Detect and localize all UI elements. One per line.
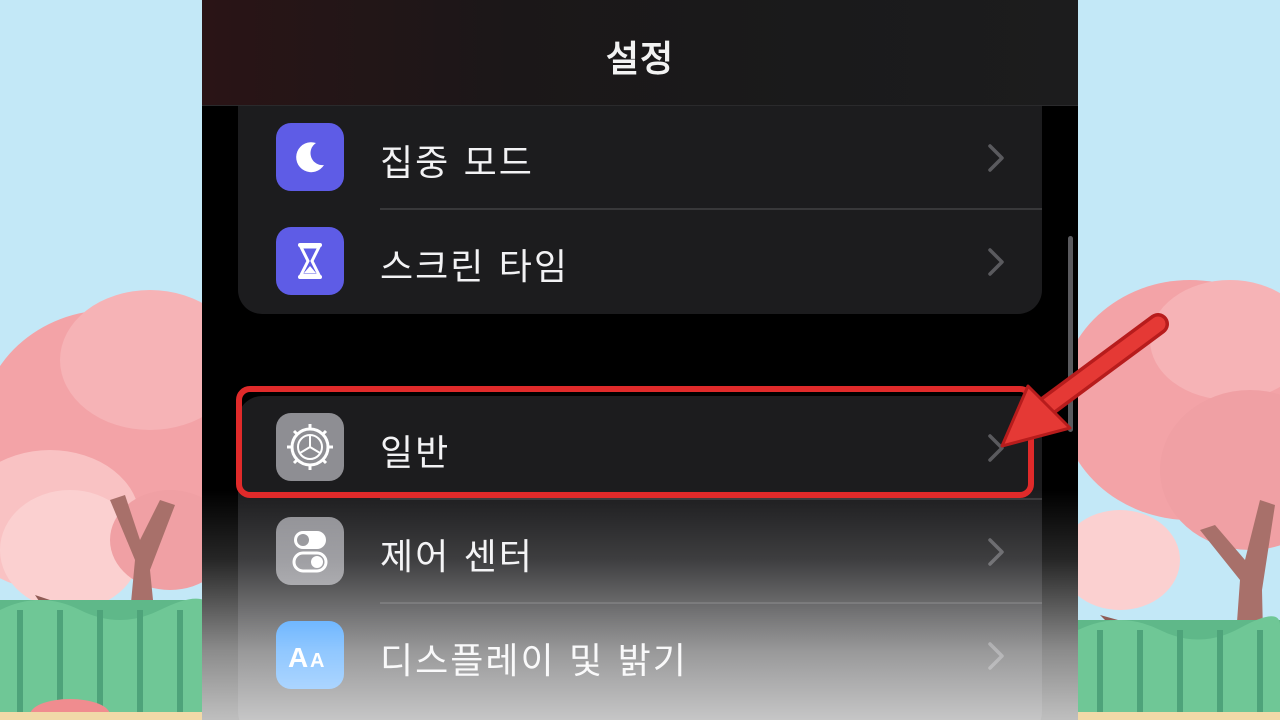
moon-icon: [276, 123, 344, 191]
row-label: 집중 모드: [380, 143, 534, 184]
navigation-bar: 설정: [202, 0, 1078, 106]
row-label: 제어 센터: [380, 537, 534, 578]
row-label: 일반: [380, 433, 451, 474]
page-title: 설정: [605, 39, 675, 80]
chevron-right-icon: [988, 248, 1004, 276]
row-label: 디스플레이 및 밝기: [380, 641, 688, 682]
chevron-right-icon: [988, 538, 1004, 566]
row-focus-mode[interactable]: 집중 모드: [238, 106, 1042, 210]
row-general[interactable]: 일반: [238, 396, 1042, 500]
chevron-right-icon: [988, 144, 1004, 172]
toggles-icon: [276, 517, 344, 585]
svg-text:A: A: [288, 642, 308, 673]
display-aa-icon: A A: [276, 621, 344, 689]
settings-screen: 집중 모드 스크린 타임 일반 제어 센터 A A 디스플레이 및 밝기 설정: [202, 0, 1078, 720]
red-arrow-icon: [1000, 313, 1169, 448]
svg-text:A: A: [310, 650, 324, 672]
row-screen-time[interactable]: 스크린 타임: [238, 210, 1042, 314]
hourglass-icon: [276, 227, 344, 295]
gear-icon: [276, 413, 344, 481]
chevron-right-icon: [988, 642, 1004, 670]
settings-group-general: 일반 제어 센터 A A 디스플레이 및 밝기: [238, 396, 1042, 720]
row-display-brightness[interactable]: A A 디스플레이 및 밝기: [238, 604, 1042, 708]
settings-group-focus: 집중 모드 스크린 타임: [238, 106, 1042, 314]
row-control-center[interactable]: 제어 센터: [238, 500, 1042, 604]
row-label: 스크린 타임: [380, 247, 570, 288]
